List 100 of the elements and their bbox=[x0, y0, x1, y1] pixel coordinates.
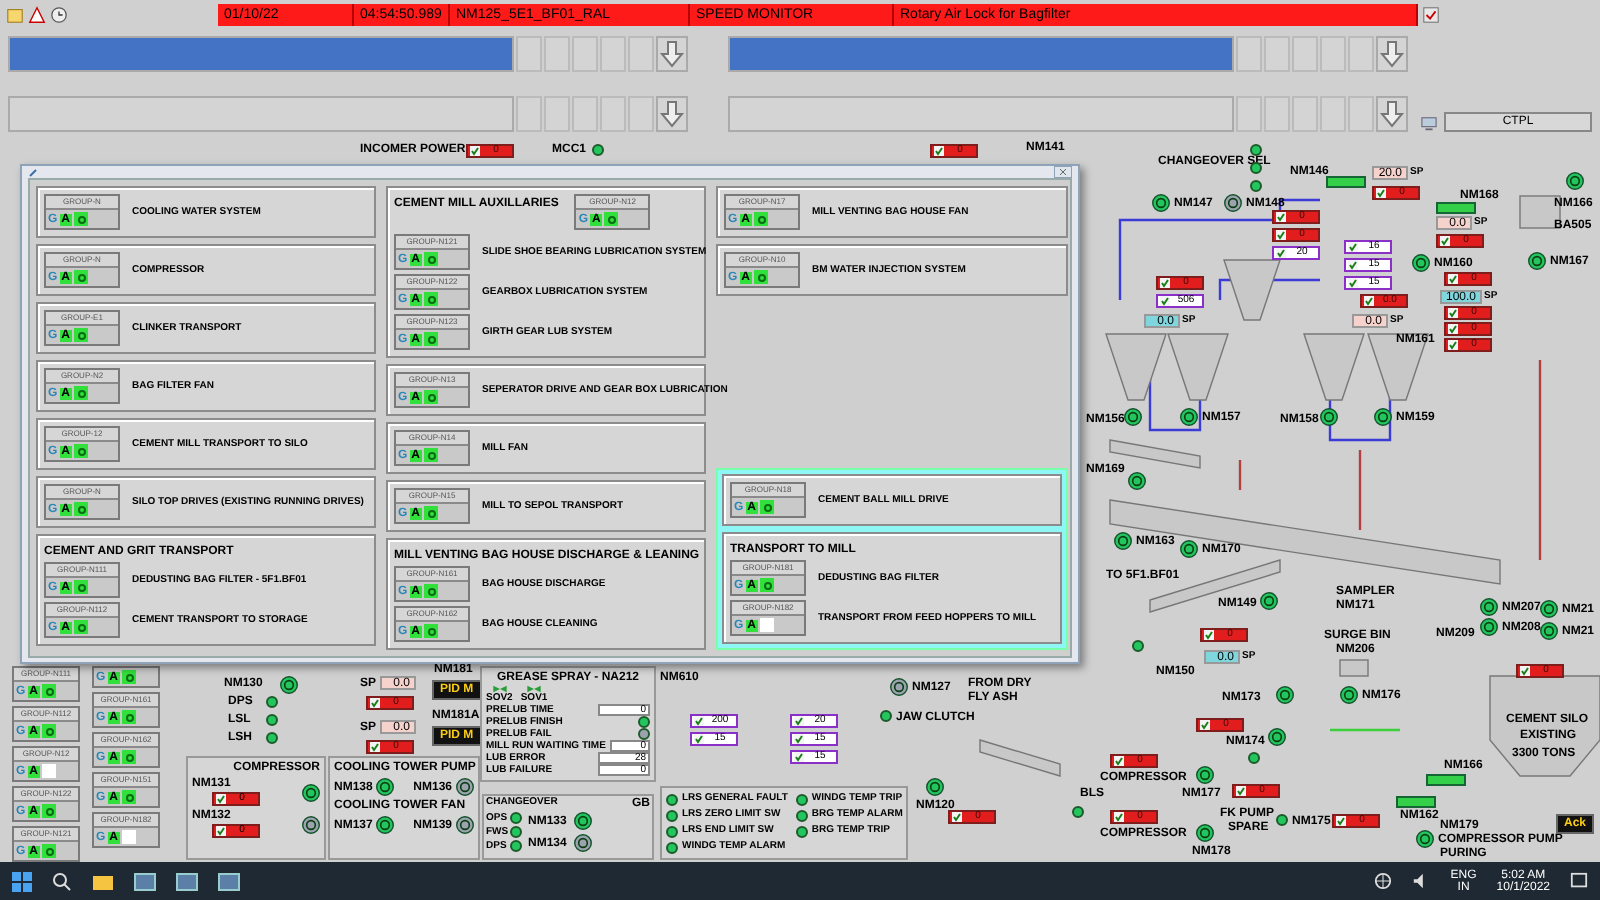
column-cell bbox=[1292, 36, 1318, 72]
hopper-drawing bbox=[1223, 259, 1281, 321]
column-cell bbox=[628, 96, 654, 132]
motor-icon[interactable] bbox=[1540, 622, 1558, 640]
motor-icon[interactable] bbox=[1276, 686, 1294, 704]
flow-meter-bar bbox=[1436, 202, 1476, 214]
check-icon bbox=[1348, 278, 1358, 288]
motor-icon[interactable] bbox=[574, 812, 593, 830]
flow-meter-bar bbox=[1426, 774, 1466, 786]
motor-icon[interactable] bbox=[926, 778, 944, 796]
motor-icon[interactable] bbox=[456, 816, 474, 834]
valve-icon[interactable] bbox=[491, 684, 508, 694]
warning-icon[interactable] bbox=[28, 5, 46, 23]
column-cell bbox=[1320, 36, 1346, 72]
check-icon bbox=[370, 742, 380, 752]
motor-icon[interactable] bbox=[574, 834, 593, 852]
search-icon[interactable] bbox=[52, 871, 72, 891]
close-icon[interactable] bbox=[1054, 166, 1072, 178]
motor-icon[interactable] bbox=[1528, 252, 1546, 270]
hopper-drawing bbox=[1167, 333, 1229, 401]
column-cell bbox=[516, 96, 542, 132]
column-cell bbox=[600, 36, 626, 72]
motor-icon[interactable] bbox=[280, 676, 298, 694]
column-cell bbox=[1264, 96, 1290, 132]
check-icon bbox=[1200, 720, 1210, 730]
check-icon bbox=[1276, 230, 1286, 240]
motor-icon[interactable] bbox=[1124, 408, 1142, 426]
motor-icon[interactable] bbox=[1180, 540, 1198, 558]
notification-icon[interactable] bbox=[1570, 872, 1588, 890]
motor-icon[interactable] bbox=[1152, 194, 1170, 212]
motor-icon[interactable] bbox=[1416, 830, 1434, 848]
motor-icon[interactable] bbox=[1480, 598, 1498, 616]
column-cell bbox=[1348, 96, 1374, 132]
down-arrow-icon[interactable] bbox=[1376, 36, 1408, 72]
check-icon bbox=[1448, 308, 1458, 318]
check-icon bbox=[1376, 188, 1386, 198]
app-window-icon[interactable] bbox=[176, 871, 198, 891]
check-icon bbox=[1276, 212, 1286, 222]
check-icon bbox=[1448, 274, 1458, 284]
check-icon bbox=[1276, 248, 1286, 258]
pipe-line bbox=[1358, 450, 1362, 530]
motor-icon[interactable] bbox=[1196, 824, 1214, 842]
motor-icon[interactable] bbox=[1268, 728, 1286, 746]
check-icon bbox=[1348, 242, 1358, 252]
motor-icon[interactable] bbox=[376, 816, 395, 834]
column-cell bbox=[572, 36, 598, 72]
motor-icon[interactable] bbox=[1566, 172, 1584, 190]
motor-icon[interactable] bbox=[1412, 254, 1430, 272]
motor-icon[interactable] bbox=[456, 778, 474, 796]
check-icon bbox=[1364, 296, 1374, 306]
column-cell bbox=[1264, 36, 1290, 72]
pipe-line bbox=[1330, 728, 1400, 732]
column-cell bbox=[628, 36, 654, 72]
motor-icon[interactable] bbox=[376, 778, 395, 796]
column-cell bbox=[544, 36, 570, 72]
motor-icon[interactable] bbox=[1224, 194, 1242, 212]
motor-icon[interactable] bbox=[1320, 408, 1338, 426]
column-cell bbox=[1348, 36, 1374, 72]
column-cell bbox=[1292, 96, 1318, 132]
start-icon[interactable] bbox=[12, 871, 32, 891]
check-icon bbox=[794, 734, 804, 744]
motor-icon[interactable] bbox=[1196, 766, 1214, 784]
check-icon bbox=[1204, 630, 1214, 640]
conveyor-drawing bbox=[979, 739, 1061, 777]
check-icon bbox=[1236, 786, 1246, 796]
clock-icon[interactable] bbox=[50, 5, 68, 23]
check-icon bbox=[934, 146, 944, 156]
motor-icon[interactable] bbox=[302, 815, 320, 833]
motor-icon[interactable] bbox=[1180, 408, 1198, 426]
motor-icon[interactable] bbox=[1480, 618, 1498, 636]
down-arrow-icon[interactable] bbox=[656, 36, 688, 72]
network-icon[interactable] bbox=[1374, 872, 1393, 890]
down-arrow-icon[interactable] bbox=[656, 96, 688, 132]
check-icon bbox=[1160, 278, 1170, 288]
window-icon bbox=[28, 167, 38, 177]
monitor-icon[interactable] bbox=[1420, 116, 1438, 132]
acknowledge-icon[interactable] bbox=[1422, 5, 1440, 23]
column-cell bbox=[516, 36, 542, 72]
motor-icon[interactable] bbox=[1340, 686, 1358, 704]
check-icon bbox=[1114, 812, 1124, 822]
hopper-drawing bbox=[1303, 333, 1365, 401]
app-window-icon[interactable] bbox=[218, 871, 240, 891]
folder-icon[interactable] bbox=[92, 871, 114, 891]
column-cell bbox=[544, 96, 570, 132]
flow-meter-bar bbox=[1396, 796, 1436, 808]
down-arrow-icon[interactable] bbox=[1376, 96, 1408, 132]
motor-icon[interactable] bbox=[1374, 408, 1392, 426]
surge-bin-drawing bbox=[1339, 659, 1369, 677]
motor-icon[interactable] bbox=[1260, 592, 1278, 610]
column-cell bbox=[600, 96, 626, 132]
motor-icon[interactable] bbox=[302, 783, 320, 801]
check-icon bbox=[1348, 260, 1358, 270]
motor-icon[interactable] bbox=[890, 678, 908, 696]
app-window-icon[interactable] bbox=[134, 871, 156, 891]
check-icon bbox=[694, 734, 704, 744]
valve-icon[interactable] bbox=[526, 684, 543, 694]
column-cell bbox=[1320, 96, 1346, 132]
motor-icon[interactable] bbox=[1114, 532, 1132, 550]
motor-icon[interactable] bbox=[1540, 600, 1558, 618]
motor-icon[interactable] bbox=[1128, 472, 1146, 490]
